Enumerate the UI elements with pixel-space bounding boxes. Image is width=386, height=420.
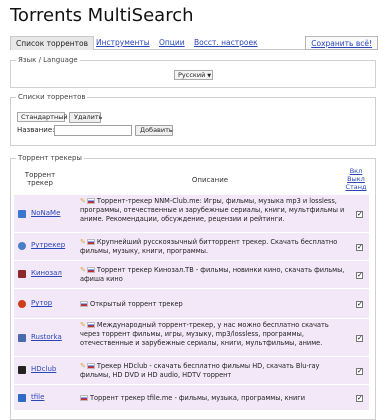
- tab-torrent-list[interactable]: Список торрентов: [10, 36, 95, 50]
- tracker-name-link[interactable]: Кинозал: [31, 269, 62, 277]
- tracker-name-link[interactable]: Рутрекер: [31, 241, 65, 249]
- tracker-enabled-checkbox[interactable]: [356, 368, 363, 375]
- pencil-icon: ✎: [80, 266, 86, 274]
- tracker-description: ✎ Трекер HDclub - скачать бесплатно фильм…: [80, 362, 348, 380]
- russian-flag-icon: [86, 239, 95, 245]
- tfile-icon: [18, 394, 26, 402]
- tracker-description-text: Трекер HDclub - скачать бесплатно фильмы…: [80, 362, 320, 380]
- russian-flag-icon: [80, 301, 88, 307]
- tracker-enabled-checkbox[interactable]: [356, 395, 363, 402]
- tracker-row-rustorka: Rustorka ✎ Международный торрент-трекер, …: [14, 318, 369, 356]
- column-header-description: Описание: [191, 176, 229, 184]
- tracker-description: ✎ Торрент трекер Кинозал.ТВ - фильмы, нов…: [80, 266, 348, 284]
- tracker-name-link[interactable]: Рутор: [31, 299, 52, 307]
- add-list-button[interactable]: Добавить: [135, 125, 173, 136]
- pencil-icon: ✎: [80, 362, 86, 370]
- rustorka-icon: [18, 334, 26, 342]
- disable-all-link[interactable]: Выкл: [343, 175, 369, 183]
- tracker-name-link[interactable]: tfile: [31, 393, 44, 401]
- chevron-down-icon: ▼: [207, 73, 212, 79]
- default-link[interactable]: Станд: [343, 183, 369, 191]
- tracker-enabled-checkbox[interactable]: [356, 211, 363, 218]
- tracker-description: ✎ Крупнейший русскоязычный битторрент тре…: [80, 238, 348, 256]
- pencil-icon: ✎: [80, 238, 86, 246]
- tracker-description: ✎ Торрент-трекер NNM-Club.me: Игры, фильм…: [80, 197, 348, 225]
- russian-flag-icon: [86, 363, 95, 369]
- noname-icon: [18, 210, 26, 218]
- rutor-icon: [18, 300, 26, 308]
- trackers-legend: Торрент трекеры: [16, 154, 84, 163]
- tracker-name-link[interactable]: Rustorka: [31, 333, 62, 341]
- tracker-description-text: Торрент-трекер NNM-Club.me: Игры, фильмы…: [80, 197, 345, 224]
- pencil-icon: ✎: [80, 321, 86, 329]
- torrent-lists-legend: Списки торрентов: [16, 93, 88, 102]
- tracker-row-rutor: Рутор Открытый торрент трекер: [14, 288, 369, 318]
- russian-flag-icon: [80, 395, 88, 401]
- tracker-description-text: Торрент трекер tfile.me - фильмы, музыка…: [90, 394, 306, 402]
- save-all-button[interactable]: Сохранить всё!: [305, 36, 378, 50]
- russian-flag-icon: [86, 322, 95, 328]
- pencil-icon: ✎: [80, 197, 86, 205]
- tracker-enabled-checkbox[interactable]: [356, 244, 363, 251]
- tracker-name-link[interactable]: HDclub: [31, 365, 56, 373]
- column-header-tracker: Торрент трекер: [24, 171, 56, 187]
- tracker-row-hdclub: HDclub ✎ Трекер HDclub - скачать бесплатн…: [14, 356, 369, 384]
- language-legend: Язык / Language: [16, 56, 80, 65]
- tracker-row-rutracker: Рутрекер ✎ Крупнейший русскоязычный битто…: [14, 232, 369, 260]
- tracker-description-text: Открытый торрент трекер: [90, 300, 183, 308]
- tracker-description: Торрент трекер tfile.me - фильмы, музыка…: [80, 394, 348, 403]
- tracker-row-noname: NoNaMe ✎ Торрент-трекер NNM-Club.me: Игры…: [14, 194, 369, 232]
- russian-flag-icon: [86, 198, 95, 204]
- rutracker-icon: [18, 242, 26, 250]
- torrent-list-selected: Стандартный: [21, 113, 68, 121]
- tab-bar: Список торрентов Инструменты Опции Восст…: [10, 36, 378, 50]
- column-toggle-links: Вкл Выкл Станд: [343, 167, 369, 191]
- tracker-description-text: Международный торрент-трекер, у нас можн…: [80, 321, 329, 348]
- tab-restore-settings[interactable]: Восст. настроек: [194, 36, 258, 50]
- tracker-enabled-checkbox[interactable]: [356, 301, 363, 308]
- language-select[interactable]: Русский ▼: [174, 70, 213, 80]
- app-title: Torrents MultiSearch: [10, 5, 194, 26]
- torrent-lists-section: Списки торрентов Стандартный▼ Удалить На…: [10, 93, 376, 146]
- tracker-row-kinozal: Кинозал ✎ Торрент трекер Кинозал.ТВ - фил…: [14, 260, 369, 288]
- tracker-description-text: Крупнейший русскоязычный битторрент трек…: [80, 238, 338, 256]
- tracker-description: Открытый торрент трекер: [80, 300, 348, 309]
- kinozal-icon: [18, 270, 26, 278]
- list-name-input[interactable]: [54, 125, 132, 136]
- russian-flag-icon: [86, 267, 95, 273]
- torrent-list-select[interactable]: Стандартный▼: [17, 112, 73, 122]
- tracker-description: ✎ Международный торрент-трекер, у нас мож…: [80, 321, 348, 349]
- hdclub-icon: [18, 366, 26, 374]
- language-selected: Русский: [178, 71, 206, 79]
- name-label: Название:: [17, 126, 55, 134]
- enable-all-link[interactable]: Вкл: [343, 167, 369, 175]
- tab-tools[interactable]: Инструменты: [96, 36, 150, 50]
- tracker-name-link[interactable]: NoNaMe: [31, 209, 60, 217]
- tracker-description-text: Торрент трекер Кинозал.ТВ - фильмы, нови…: [80, 266, 345, 284]
- language-section: Язык / Language Русский ▼: [10, 56, 376, 88]
- tab-options[interactable]: Опции: [159, 36, 185, 50]
- tracker-enabled-checkbox[interactable]: [356, 272, 363, 279]
- tracker-enabled-checkbox[interactable]: [356, 335, 363, 342]
- delete-list-button[interactable]: Удалить: [69, 112, 102, 123]
- tracker-row-tfile: tfile Торрент трекер tfile.me - фильмы, …: [14, 384, 369, 410]
